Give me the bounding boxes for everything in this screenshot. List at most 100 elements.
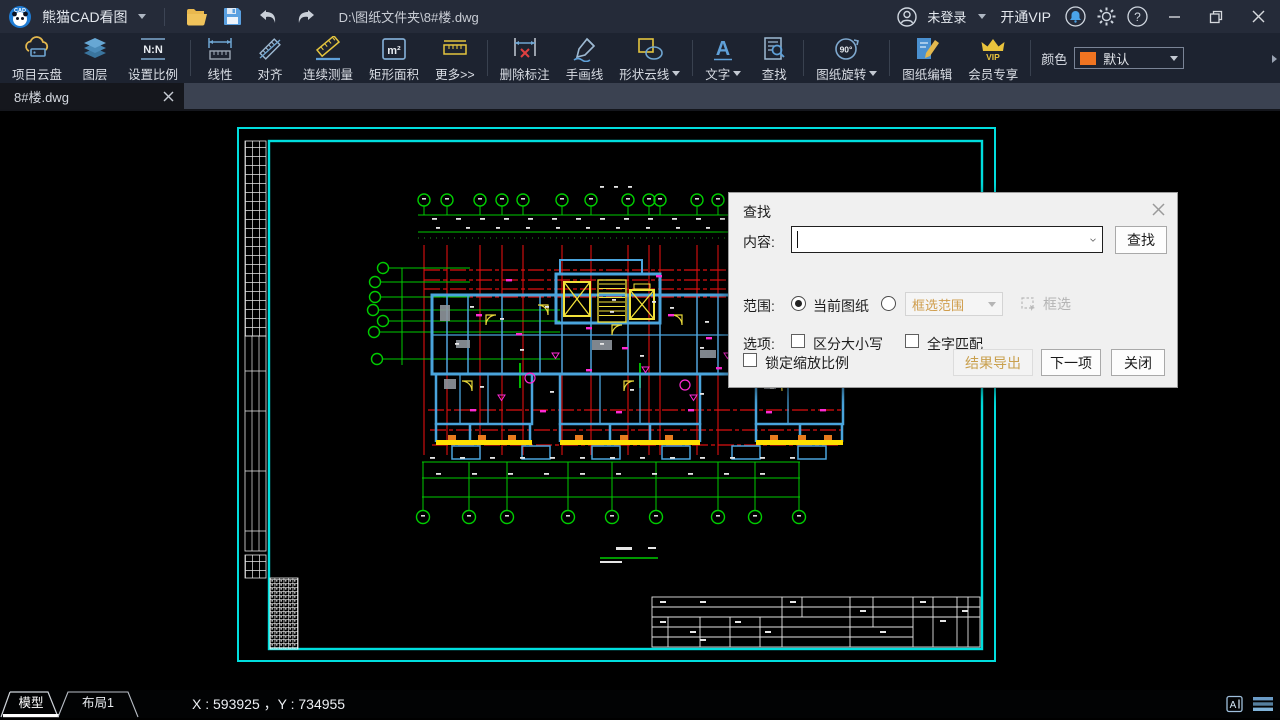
find-dialog: 查找 内容: 查找 范围: 当前图纸 框选范围 框选 选项: <box>728 192 1178 388</box>
login-chevron-icon[interactable] <box>978 14 986 19</box>
text-icon: A <box>710 36 736 62</box>
save-button[interactable] <box>219 4 247 30</box>
find-document-icon <box>761 36 787 62</box>
whole-word-checkbox[interactable] <box>905 334 919 348</box>
panda-logo-icon: CAD <box>8 5 32 29</box>
aligned-dimension-icon <box>256 36 284 62</box>
model-tab[interactable]: 模型 <box>18 696 43 710</box>
folder-icon <box>186 8 208 26</box>
scope-current-radio[interactable] <box>791 296 806 311</box>
app-title: 熊猫CAD看图 <box>42 7 128 27</box>
minimize-icon <box>1168 10 1181 23</box>
svg-text:A: A <box>1230 700 1237 711</box>
settings-gear-icon[interactable] <box>1096 6 1117 27</box>
document-tab[interactable]: 8#楼.dwg <box>0 83 184 109</box>
toolbar-continuous-measure[interactable]: 连续测量 <box>295 33 361 83</box>
notification-bell-icon[interactable] <box>1065 6 1086 27</box>
more-ruler-icon <box>440 36 470 62</box>
freehand-pen-icon <box>570 36 598 62</box>
toolbar-more[interactable]: 更多>> <box>427 33 483 83</box>
next-item-button[interactable]: 下一项 <box>1041 349 1101 376</box>
dialog-title: 查找 <box>743 202 771 222</box>
open-vip-button[interactable]: 开通VIP <box>1000 7 1051 27</box>
tab-close-icon[interactable] <box>163 91 174 102</box>
vip-crown-icon: VIP <box>978 36 1008 62</box>
export-results-button: 结果导出 <box>953 349 1033 376</box>
toolbar-aligned-measure[interactable]: 对齐 <box>245 33 295 83</box>
scope-label: 范围: <box>743 296 775 316</box>
toolbar-layers[interactable]: 图层 <box>70 33 120 83</box>
close-dialog-button[interactable]: 关闭 <box>1111 349 1165 376</box>
svg-text:?: ? <box>1134 10 1141 24</box>
redo-button[interactable] <box>291 4 319 30</box>
dropdown-caret-icon <box>672 71 680 76</box>
layout-tabs: 模型 布局1 <box>0 690 150 718</box>
svg-text:A: A <box>716 38 730 60</box>
case-sensitive-checkbox[interactable] <box>791 334 805 348</box>
close-icon <box>1252 10 1265 23</box>
dialog-close-icon[interactable] <box>1152 203 1165 216</box>
combo-chevron-icon[interactable] <box>1090 236 1102 244</box>
linear-dimension-icon <box>206 36 234 62</box>
layout1-tab[interactable]: 布局1 <box>82 696 114 710</box>
toolbar-rotate-drawing[interactable]: 90° 图纸旋转 <box>808 33 885 83</box>
toolbar-find[interactable]: 查找 <box>749 33 799 83</box>
toolbar-separator <box>803 40 804 76</box>
close-window-button[interactable] <box>1242 2 1274 32</box>
toolbar-linear-measure[interactable]: 线性 <box>195 33 245 83</box>
svg-text:m²: m² <box>387 45 401 57</box>
toolbar-separator <box>190 40 191 76</box>
redo-icon <box>294 8 316 26</box>
svg-text:90°: 90° <box>839 44 852 54</box>
color-dropdown[interactable]: 默认 <box>1074 47 1184 69</box>
edit-drawing-icon <box>913 36 941 62</box>
cloud-drive-icon <box>22 36 52 62</box>
minimize-button[interactable] <box>1158 2 1190 32</box>
svg-text:VIP: VIP <box>986 52 1000 62</box>
maximize-button[interactable] <box>1200 2 1232 32</box>
svg-text:CAD: CAD <box>14 8 26 14</box>
dropdown-caret-icon <box>1170 56 1178 61</box>
toolbar-edit-drawing[interactable]: 图纸编辑 <box>894 33 960 83</box>
undo-icon <box>258 8 280 26</box>
toolbar-project-cloud[interactable]: 项目云盘 <box>4 33 70 83</box>
box-scope-select: 框选范围 <box>905 292 1003 316</box>
tab-title: 8#楼.dwg <box>14 87 163 106</box>
rotate-90-icon: 90° <box>833 36 861 62</box>
toolbar-vip-exclusive[interactable]: VIP 会员专享 <box>960 33 1026 83</box>
case-sensitive-label: 区分大小写 <box>813 334 883 354</box>
text-style-icon[interactable]: A <box>1226 695 1245 714</box>
text-cursor <box>797 231 798 248</box>
drawing-canvas[interactable]: 查找 内容: 查找 范围: 当前图纸 框选范围 框选 选项: <box>0 111 1280 690</box>
maximize-icon <box>1209 10 1223 24</box>
toolbar-shape-cloud[interactable]: 形状云线 <box>611 33 688 83</box>
toolbar-freehand-line[interactable]: 手画线 <box>558 33 612 83</box>
toolbar-rect-area[interactable]: m² 矩形面积 <box>361 33 427 83</box>
continuous-measure-icon <box>313 36 343 62</box>
toolbar-text[interactable]: A 文字 <box>697 33 749 83</box>
toolbar-set-scale[interactable]: N:N 设置比例 <box>120 33 186 83</box>
login-status[interactable]: 未登录 <box>927 7 966 26</box>
lock-zoom-checkbox[interactable] <box>743 353 757 367</box>
title-bar: CAD 熊猫CAD看图 D:\图纸文 <box>0 0 1280 33</box>
box-select-icon <box>1021 297 1037 312</box>
open-file-button[interactable] <box>183 4 211 30</box>
dropdown-caret-icon <box>869 71 877 76</box>
toolbar-overflow-arrow[interactable] <box>1272 55 1277 63</box>
user-icon[interactable] <box>897 7 917 27</box>
app-menu-chevron-icon[interactable] <box>138 14 146 19</box>
toolbar-separator <box>889 40 890 76</box>
toolbar-separator <box>692 40 693 76</box>
menu-list-icon[interactable] <box>1253 696 1274 712</box>
shape-cloud-icon <box>635 36 665 62</box>
scale-ratio-icon: N:N <box>136 36 170 62</box>
undo-button[interactable] <box>255 4 283 30</box>
scope-box-radio[interactable] <box>881 296 896 311</box>
content-label: 内容: <box>743 232 775 252</box>
toolbar-delete-annotation[interactable]: 删除标注 <box>492 33 558 83</box>
search-button[interactable]: 查找 <box>1115 226 1167 254</box>
axis-bubbles-top <box>418 194 724 215</box>
help-icon[interactable]: ? <box>1127 6 1148 27</box>
search-content-input[interactable] <box>791 226 1103 253</box>
document-tab-bar: 8#楼.dwg <box>0 83 1280 111</box>
